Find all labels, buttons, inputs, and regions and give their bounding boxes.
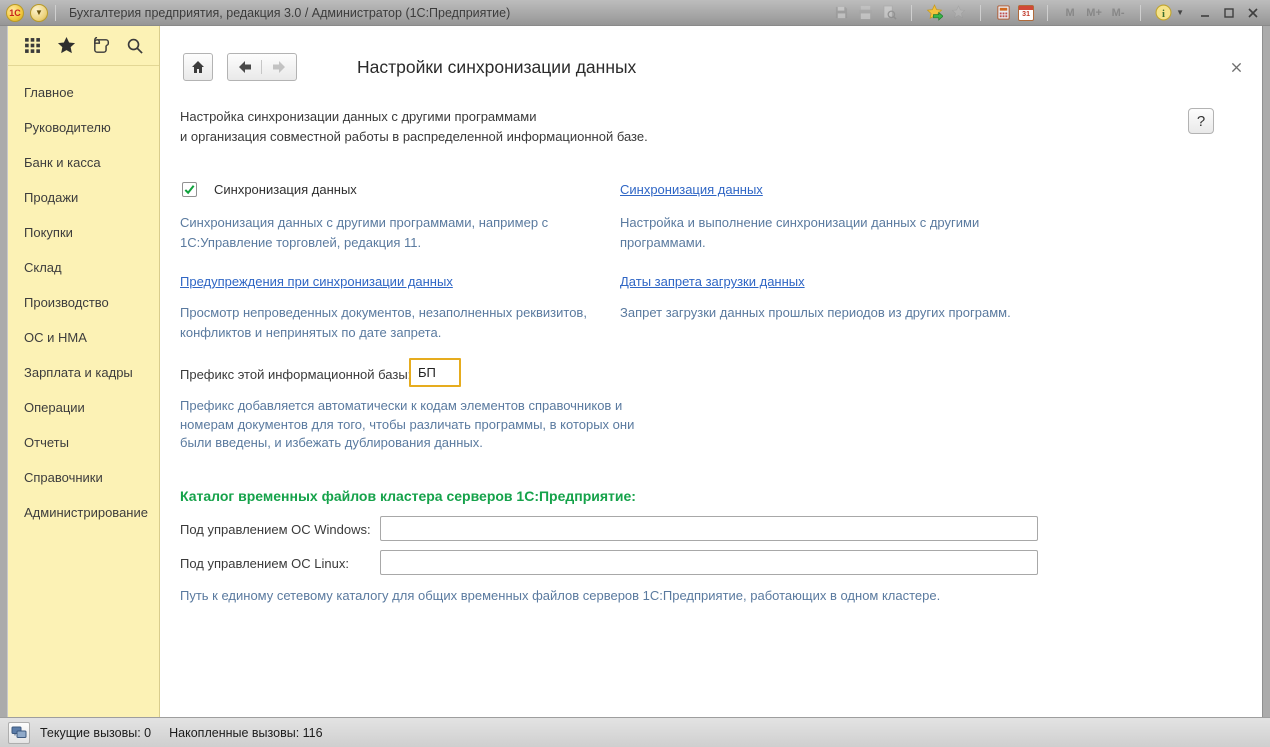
info-icon[interactable]: i [1154,4,1172,22]
infobase-prefix-label: Префикс этой информационной базы: [180,367,411,382]
svg-text:i: i [1162,9,1165,20]
sections-sidebar: Главное Руководителю Банк и касса Продаж… [8,26,160,717]
sync-warnings-note: Просмотр непроведенных документов, незап… [180,303,640,343]
infobase-prefix-input[interactable] [409,358,461,387]
windows-path-input[interactable] [380,516,1038,541]
forward-button[interactable] [262,60,296,74]
linux-path-label: Под управлением ОС Linux: [180,556,349,571]
window-controls [1198,6,1260,20]
history-icon[interactable] [91,36,111,56]
titlebar-toolbar: 31 M M+ M- i ▼ [832,4,1184,22]
page-description: Настройка синхронизации данных с другими… [180,107,648,146]
home-button[interactable] [183,53,213,81]
sidebar-items: Главное Руководителю Банк и касса Продаж… [8,66,159,530]
sidebar-item-administrirovanie[interactable]: Администрирование [8,495,159,530]
sidebar-item-proizvodstvo[interactable]: Производство [8,285,159,320]
sync-data-link[interactable]: Синхронизация данных [620,182,763,197]
nav-history-group [227,53,297,81]
save-icon[interactable] [832,4,850,22]
sync-checkbox[interactable] [182,182,197,197]
calendar-icon[interactable]: 31 [1018,5,1034,21]
maximize-button[interactable] [1222,6,1236,20]
import-restriction-dates-link[interactable]: Даты запрета загрузки данных [620,274,805,289]
titlebar-separator [1140,5,1141,21]
accumulated-calls-status: Накопленные вызовы: 116 [169,726,322,740]
favorites-star-icon[interactable] [56,36,76,56]
titlebar-separator [1047,5,1048,21]
sync-checkbox-row: Синхронизация данных [182,182,357,197]
sidebar-item-prodazhi[interactable]: Продажи [8,180,159,215]
memory-recall-icon[interactable]: M [1061,4,1079,22]
sync-checkbox-label[interactable]: Синхронизация данных [214,182,357,197]
sidebar-toolbar [8,26,159,66]
statusbar: Текущие вызовы: 0 Накопленные вызовы: 11… [0,717,1270,747]
favorites-icon[interactable] [949,4,967,22]
calendar-day-label: 31 [1022,10,1030,20]
sync-checkbox-note: Синхронизация данных с другими программа… [180,213,630,253]
import-restriction-dates-note: Запрет загрузки данных прошлых периодов … [620,303,1040,323]
search-icon[interactable] [125,36,145,56]
sync-warnings-link[interactable]: Предупреждения при синхронизации данных [180,274,453,289]
sidebar-item-sklad[interactable]: Склад [8,250,159,285]
sidebar-item-otchety[interactable]: Отчеты [8,425,159,460]
windows-path-label: Под управлением ОС Windows: [180,522,371,537]
linux-path-input[interactable] [380,550,1038,575]
sidebar-item-operacii[interactable]: Операции [8,390,159,425]
sidebar-item-bank-i-kassa[interactable]: Банк и касса [8,145,159,180]
page-description-line1: Настройка синхронизации данных с другими… [180,107,648,127]
memory-subtract-label: M- [1112,7,1125,19]
memory-recall-label: M [1065,7,1074,19]
sync-data-link-note: Настройка и выполнение синхронизации дан… [620,213,1020,253]
print-preview-icon[interactable] [880,4,898,22]
cluster-temp-files-heading: Каталог временных файлов кластера сервер… [180,488,636,504]
main-menu-dropdown-button[interactable]: ▼ [30,4,48,22]
minimize-button[interactable] [1198,6,1212,20]
server-calls-icon[interactable] [8,722,30,744]
sidebar-item-pokupki[interactable]: Покупки [8,215,159,250]
current-calls-status: Текущие вызовы: 0 [40,726,151,740]
cluster-temp-files-note: Путь к единому сетевому каталогу для общ… [180,588,1180,603]
sidebar-item-zarplata-i-kadry[interactable]: Зарплата и кадры [8,355,159,390]
back-button[interactable] [228,60,262,74]
page-title: Настройки синхронизации данных [357,57,636,78]
sidebar-item-rukovoditelyu[interactable]: Руководителю [8,110,159,145]
memory-add-icon[interactable]: M+ [1085,4,1103,22]
print-icon[interactable] [856,4,874,22]
memory-subtract-icon[interactable]: M- [1109,4,1127,22]
app-window: 1С ▼ Бухгалтерия предприятия, редакция 3… [0,0,1270,747]
window-title: Бухгалтерия предприятия, редакция 3.0 / … [69,6,832,20]
close-window-button[interactable] [1246,6,1260,20]
help-button[interactable]: ? [1188,108,1214,134]
titlebar-separator [55,5,56,21]
checkmark-icon [183,183,196,196]
sidebar-item-glavnoe[interactable]: Главное [8,75,159,110]
sidebar-item-spravochniki[interactable]: Справочники [8,460,159,495]
add-to-favorites-icon[interactable] [925,4,943,22]
1c-logo-icon: 1С [6,4,24,22]
calculator-icon[interactable] [994,4,1012,22]
infobase-prefix-note: Префикс добавляется автоматически к кода… [180,397,640,453]
close-page-icon[interactable] [1228,59,1244,75]
titlebar-separator [980,5,981,21]
titlebar: 1С ▼ Бухгалтерия предприятия, редакция 3… [0,0,1270,26]
memory-add-label: M+ [1086,7,1102,19]
page-description-line2: и организация совместной работы в распре… [180,127,648,147]
sidebar-item-os-i-nma[interactable]: ОС и НМА [8,320,159,355]
window-frame-right [1262,26,1270,717]
info-dropdown-caret-icon[interactable]: ▼ [1176,8,1184,17]
window-frame-left [0,26,8,717]
main-content: Настройки синхронизации данных Настройка… [160,26,1262,717]
sections-menu-icon[interactable] [22,36,42,56]
titlebar-separator [911,5,912,21]
